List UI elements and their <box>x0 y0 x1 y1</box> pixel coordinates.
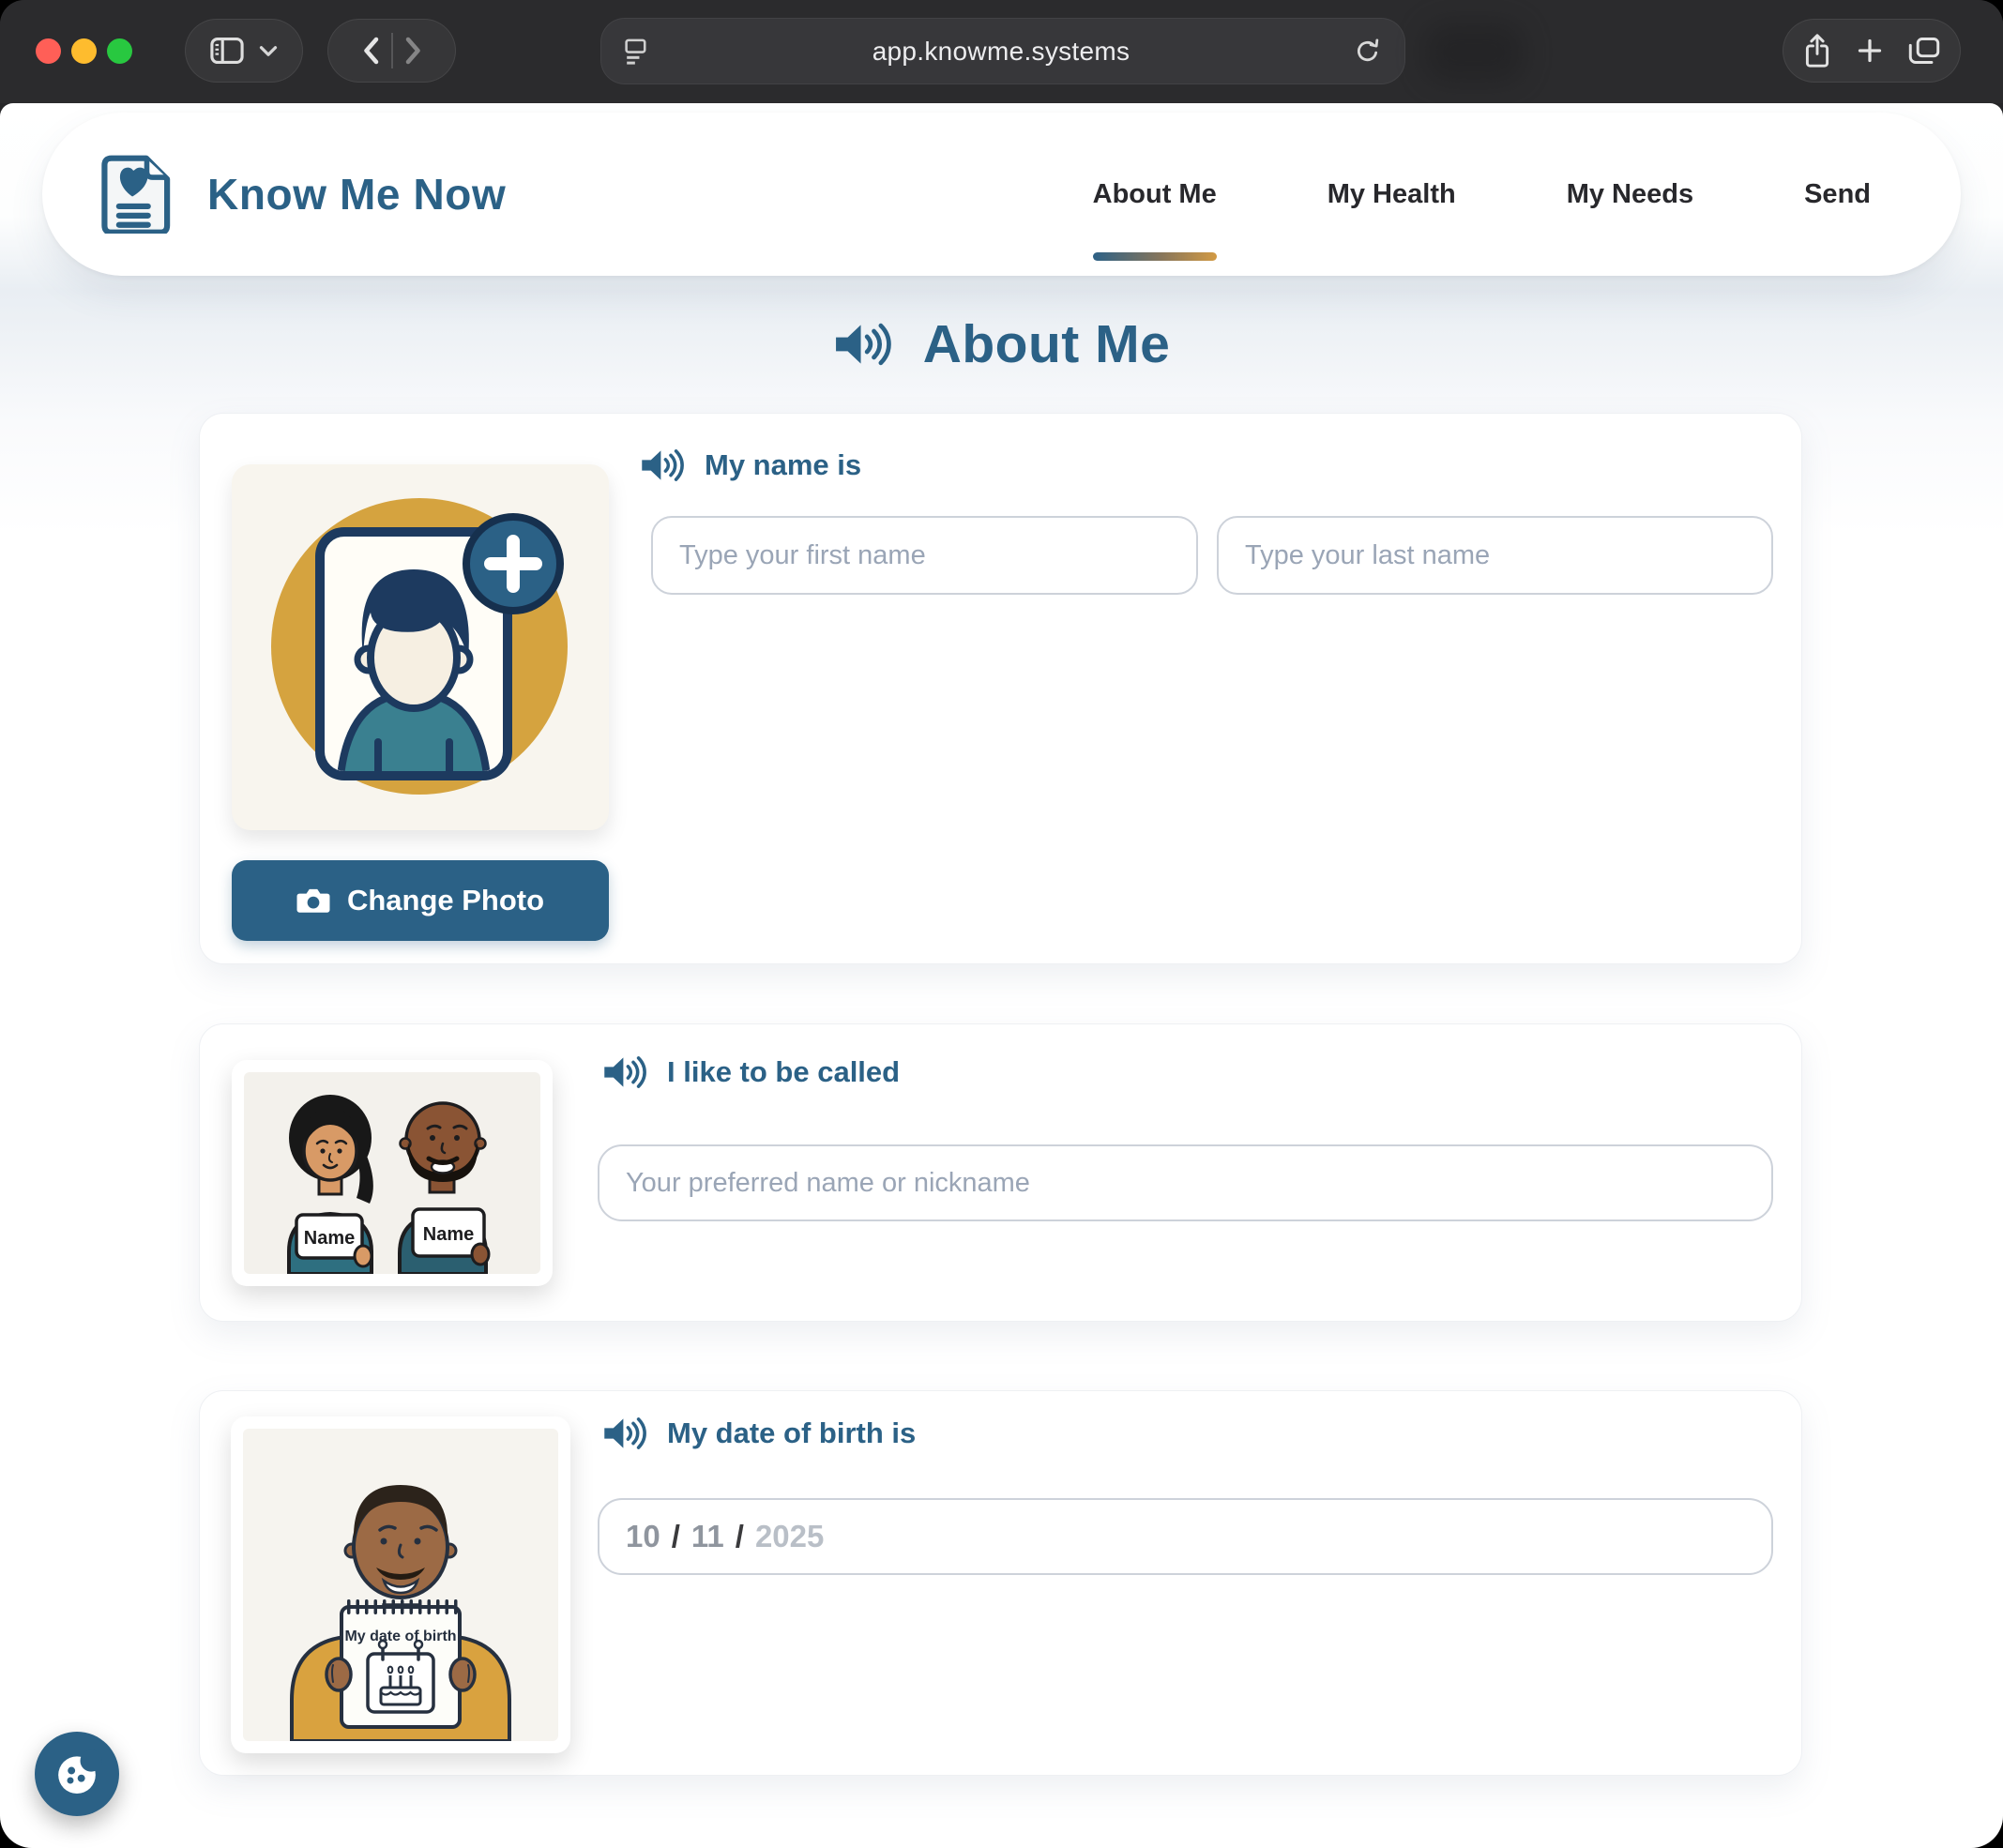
blurred-region <box>1424 23 1524 83</box>
two-people-name-tags-illustration: Name Name <box>244 1072 540 1274</box>
history-nav-group <box>327 19 456 83</box>
dob-month: 10 <box>626 1519 660 1554</box>
back-button[interactable] <box>362 37 379 65</box>
man-with-birthday-calendar-illustration: My date of birth <box>243 1429 558 1741</box>
nav-label: My Health <box>1328 179 1456 210</box>
share-button[interactable] <box>1803 33 1831 68</box>
nickname-speaker-button[interactable] <box>602 1054 646 1090</box>
name-card: Change Photo My name is <box>199 413 1802 964</box>
page-title-speaker-button[interactable] <box>833 321 891 368</box>
page-content: Know Me Now About Me My Health My Needs … <box>0 103 2003 1848</box>
nav-label: My Needs <box>1567 179 1693 210</box>
nickname-label: I like to be called <box>667 1055 900 1089</box>
nav-item-my-health[interactable]: My Health <box>1328 113 1456 276</box>
name-speaker-button[interactable] <box>640 447 684 483</box>
name-label-row: My name is <box>640 447 861 483</box>
name-label: My name is <box>705 448 861 482</box>
sidebar-icon <box>210 37 244 65</box>
close-window-button[interactable] <box>36 38 61 64</box>
dob-sign-text: My date of birth <box>344 1628 456 1644</box>
forward-button[interactable] <box>405 37 422 65</box>
dob-separator: / <box>736 1519 744 1554</box>
speaker-icon <box>602 1416 646 1451</box>
url-bar[interactable]: app.knowme.systems <box>600 18 1405 84</box>
dob-label: My date of birth is <box>667 1416 916 1450</box>
change-photo-label: Change Photo <box>347 884 544 917</box>
dob-speaker-button[interactable] <box>602 1416 646 1451</box>
zoom-window-button[interactable] <box>107 38 132 64</box>
divider <box>391 33 393 68</box>
dob-day: 11 <box>691 1519 724 1554</box>
page-title: About Me <box>923 313 1171 375</box>
cookie-icon <box>51 1748 103 1800</box>
avatar-placeholder-illustration <box>232 464 609 830</box>
refresh-button[interactable] <box>1354 38 1382 66</box>
sidebar-toggle-button[interactable] <box>210 37 244 65</box>
chevron-right-icon <box>405 37 422 65</box>
first-name-input[interactable] <box>651 516 1198 595</box>
sidebar-menu-button[interactable] <box>259 45 278 57</box>
chevron-down-icon <box>259 45 278 57</box>
browser-chrome: app.knowme.systems <box>0 0 2003 103</box>
nickname-card: Name Name <box>199 1023 1802 1322</box>
nav-label: Send <box>1804 179 1871 210</box>
page-settings-icon <box>624 38 648 66</box>
nav-item-my-needs[interactable]: My Needs <box>1567 113 1693 276</box>
main-nav: About Me My Health My Needs Send <box>1093 113 1871 276</box>
last-name-input[interactable] <box>1217 516 1773 595</box>
page-title-row: About Me <box>0 313 2003 375</box>
nickname-image: Name Name <box>232 1060 553 1286</box>
url-text: app.knowme.systems <box>648 37 1354 67</box>
dob-label-row: My date of birth is <box>602 1416 916 1451</box>
tabs-icon <box>1908 37 1940 65</box>
brand[interactable]: Know Me Now <box>100 155 506 234</box>
tab-overview-button[interactable] <box>1908 37 1940 65</box>
sidebar-toggle-group <box>185 19 303 83</box>
camera-icon <box>296 886 330 915</box>
speaker-icon <box>640 447 684 483</box>
nav-item-send[interactable]: Send <box>1804 113 1871 276</box>
minimize-window-button[interactable] <box>71 38 97 64</box>
nav-label: About Me <box>1093 179 1217 210</box>
nickname-label-row: I like to be called <box>602 1054 900 1090</box>
name-tag: Name <box>423 1224 474 1245</box>
chevron-left-icon <box>362 37 379 65</box>
browser-window: app.knowme.systems <box>0 0 2003 1848</box>
nav-item-about-me[interactable]: About Me <box>1093 113 1217 276</box>
dob-year: 2025 <box>755 1519 824 1554</box>
nickname-input[interactable] <box>598 1144 1773 1221</box>
app-header: Know Me Now About Me My Health My Needs … <box>42 113 1961 276</box>
brand-title: Know Me Now <box>207 169 506 220</box>
name-tag: Name <box>304 1228 355 1249</box>
window-controls <box>36 38 132 64</box>
dob-image: My date of birth <box>231 1416 570 1753</box>
plus-icon <box>1857 38 1883 64</box>
dob-card: My date of birth <box>199 1390 1802 1776</box>
speaker-icon <box>833 321 891 368</box>
dob-input[interactable]: 10 / 11 / 2025 <box>598 1498 1773 1575</box>
refresh-icon <box>1354 38 1382 66</box>
change-photo-button[interactable]: Change Photo <box>232 860 609 941</box>
dob-separator: / <box>672 1519 680 1554</box>
brand-logo-icon <box>100 155 174 234</box>
share-icon <box>1803 33 1831 68</box>
new-tab-button[interactable] <box>1857 38 1883 64</box>
cookie-settings-button[interactable] <box>35 1732 119 1816</box>
speaker-icon <box>602 1054 646 1090</box>
photo-placeholder[interactable] <box>232 464 609 830</box>
nav-active-underline <box>1093 252 1217 261</box>
toolbar-actions-group <box>1783 19 1961 83</box>
